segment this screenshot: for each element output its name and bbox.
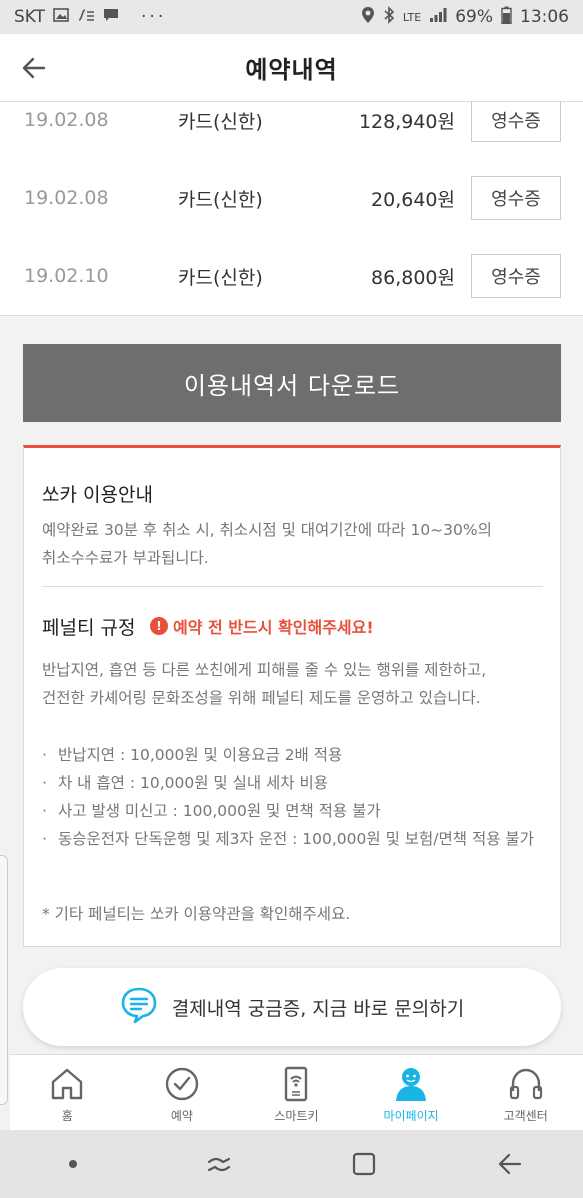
tab-smartkey[interactable]: 스마트키 bbox=[239, 1055, 354, 1130]
tab-label: 예약 bbox=[170, 1109, 193, 1123]
payment-list: 19.02.08 카드(신한) 128,940원 영수증 19.02.08 카드… bbox=[0, 102, 583, 316]
payment-row: 19.02.08 카드(신한) 20,640원 영수증 bbox=[0, 170, 583, 226]
guide-title: 쏘카 이용안내 bbox=[42, 484, 153, 506]
tab-home[interactable]: 홈 bbox=[10, 1055, 125, 1130]
headset-icon bbox=[507, 1065, 545, 1103]
payment-method: 카드(신한) bbox=[178, 188, 263, 211]
back-nav-icon[interactable] bbox=[490, 1144, 530, 1184]
network-label: LTE bbox=[402, 10, 422, 24]
list-item: 반납지연 : 10,000원 및 이용요금 2배 적용 bbox=[42, 741, 552, 769]
message-icon bbox=[103, 8, 119, 26]
tab-mypage[interactable]: 마이페이지 bbox=[354, 1055, 469, 1130]
tab-reservation[interactable]: 예약 bbox=[125, 1055, 240, 1130]
battery-percent: 69% bbox=[455, 7, 493, 27]
signal-math-icon bbox=[77, 8, 95, 26]
payment-method: 카드(신한) bbox=[178, 266, 263, 289]
status-bar: SKT ··· LTE 69% 13:06 bbox=[0, 0, 583, 34]
receipt-button[interactable]: 영수증 bbox=[471, 102, 561, 142]
guide-text-line1: 예약완료 30분 후 취소 시, 취소시점 및 대여기간에 따라 10~30%의 bbox=[42, 521, 492, 539]
payment-amount: 20,640원 bbox=[371, 188, 455, 211]
tab-label: 마이페이지 bbox=[383, 1109, 439, 1123]
mypage-icon bbox=[392, 1065, 430, 1103]
receipt-button[interactable]: 영수증 bbox=[471, 254, 561, 298]
tab-label: 스마트키 bbox=[274, 1109, 319, 1123]
clock: 13:06 bbox=[520, 7, 569, 27]
page-title: 예약내역 bbox=[245, 56, 338, 84]
smartkey-icon bbox=[277, 1065, 315, 1103]
penalty-list: 반납지연 : 10,000원 및 이용요금 2배 적용 차 내 흡연 : 10,… bbox=[42, 741, 552, 853]
bluetooth-icon bbox=[383, 6, 395, 28]
chat-bubble-icon bbox=[120, 986, 158, 1028]
payment-date: 19.02.08 bbox=[24, 187, 109, 209]
assistant-dot-icon[interactable] bbox=[53, 1144, 93, 1184]
home-icon bbox=[48, 1065, 86, 1103]
info-icon: ! bbox=[150, 617, 168, 635]
battery-icon bbox=[501, 6, 512, 28]
list-item: 동승운전자 단독운행 및 제3자 운전 : 100,000원 및 보험/면책 적… bbox=[42, 825, 552, 853]
payment-method: 카드(신한) bbox=[178, 110, 263, 133]
penalty-text-line2: 건전한 카셰어링 문화조성을 위해 페널티 제도를 운영하고 있습니다. bbox=[42, 689, 481, 707]
list-item: 차 내 흡연 : 10,000원 및 실내 세차 비용 bbox=[42, 769, 552, 797]
receipt-button[interactable]: 영수증 bbox=[471, 176, 561, 220]
inquiry-label: 결제내역 궁금증, 지금 바로 문의하기 bbox=[171, 997, 465, 1020]
bottom-tab-bar: 홈 예약 스마트키 마이페이지 고객센터 bbox=[10, 1054, 583, 1130]
system-nav-bar bbox=[0, 1130, 583, 1198]
app-bar: 예약내역 bbox=[0, 34, 583, 102]
guide-text-line2: 취소수수료가 부과됩니다. bbox=[42, 549, 209, 567]
penalty-warning: ! 예약 전 반드시 확인해주세요! bbox=[150, 614, 374, 638]
tab-label: 고객센터 bbox=[503, 1109, 548, 1123]
penalty-note: * 기타 페널티는 쏘카 이용약관을 확인해주세요. bbox=[42, 905, 351, 923]
penalty-title: 페널티 규정 bbox=[42, 617, 136, 639]
recent-apps-icon[interactable] bbox=[199, 1144, 239, 1184]
content-area[interactable]: 19.02.08 카드(신한) 128,940원 영수증 19.02.08 카드… bbox=[0, 102, 583, 1054]
list-item: 사고 발생 미신고 : 100,000원 및 면책 적용 불가 bbox=[42, 797, 552, 825]
clock-check-icon bbox=[163, 1065, 201, 1103]
image-icon bbox=[53, 8, 69, 26]
penalty-text-line1: 반납지연, 흡연 등 다른 쏘친에게 피해를 줄 수 있는 행위를 제한하고, bbox=[42, 661, 487, 679]
back-arrow-icon[interactable] bbox=[20, 54, 48, 82]
payment-date: 19.02.10 bbox=[24, 265, 109, 287]
home-button-icon[interactable] bbox=[344, 1144, 384, 1184]
penalty-warning-text: 예약 전 반드시 확인해주세요! bbox=[173, 618, 374, 637]
edge-panel-handle[interactable] bbox=[0, 855, 8, 1105]
payment-amount: 128,940원 bbox=[358, 110, 455, 133]
more-notifications-icon: ··· bbox=[141, 7, 167, 27]
signal-icon bbox=[429, 7, 447, 27]
inquiry-button[interactable]: 결제내역 궁금증, 지금 바로 문의하기 bbox=[23, 968, 561, 1046]
tab-label: 홈 bbox=[61, 1109, 73, 1123]
payment-date: 19.02.08 bbox=[24, 109, 109, 131]
tab-customer-center[interactable]: 고객센터 bbox=[468, 1055, 583, 1130]
location-icon bbox=[361, 6, 375, 28]
divider bbox=[42, 586, 543, 587]
usage-guide-panel: 쏘카 이용안내 예약완료 30분 후 취소 시, 취소시점 및 대여기간에 따라… bbox=[23, 445, 561, 947]
payment-amount: 86,800원 bbox=[371, 266, 455, 289]
carrier-label: SKT bbox=[14, 7, 46, 27]
payment-row: 19.02.10 카드(신한) 86,800원 영수증 bbox=[0, 248, 583, 304]
download-statement-button[interactable]: 이용내역서 다운로드 bbox=[23, 344, 561, 422]
payment-row: 19.02.08 카드(신한) 128,940원 영수증 bbox=[0, 102, 583, 148]
